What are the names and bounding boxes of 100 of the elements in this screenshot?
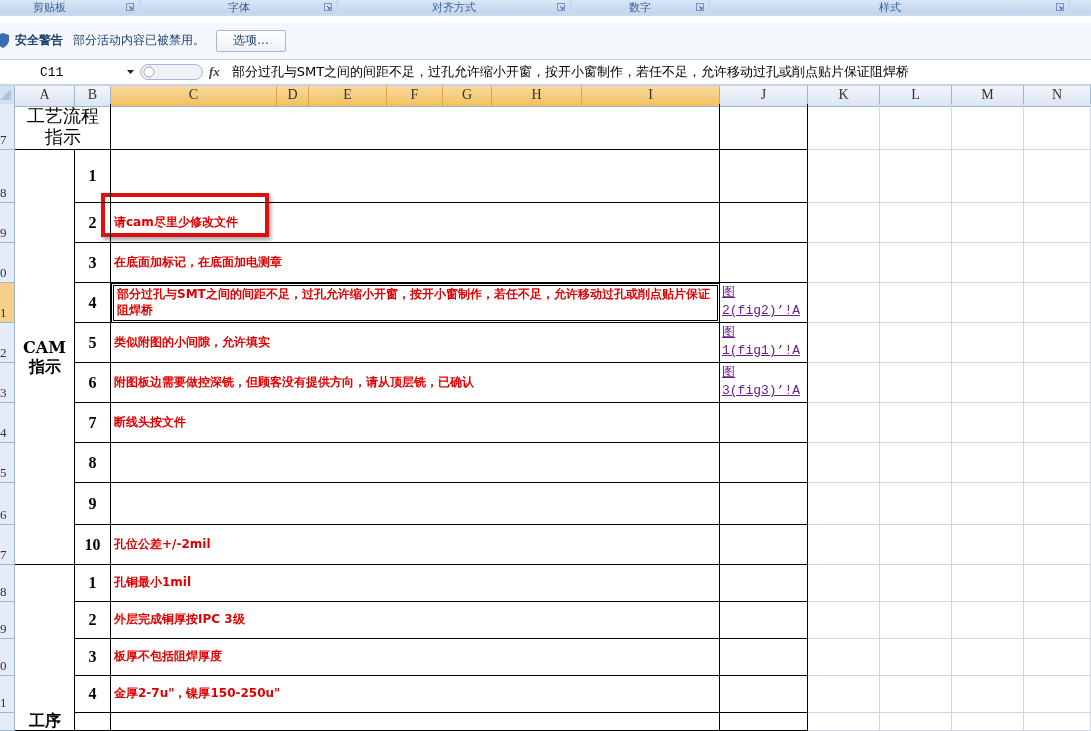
grid-cell[interactable] xyxy=(880,713,952,731)
grid-cell[interactable] xyxy=(880,323,952,363)
column-header[interactable]: L xyxy=(880,86,952,107)
grid-cell[interactable] xyxy=(808,403,880,443)
grid-cell[interactable] xyxy=(952,713,1024,731)
grid-cell[interactable] xyxy=(1024,363,1091,403)
formula-bar-splitter-icon[interactable] xyxy=(140,64,203,80)
grid-cell[interactable] xyxy=(808,602,880,639)
grid-cell[interactable] xyxy=(808,323,880,363)
grid-cell[interactable] xyxy=(808,443,880,483)
table-cell[interactable] xyxy=(720,203,808,243)
insert-function-button[interactable]: fx xyxy=(209,64,220,80)
grid-cell[interactable] xyxy=(808,150,880,203)
grid-cell[interactable] xyxy=(880,363,952,403)
grid-cell[interactable] xyxy=(952,639,1024,676)
grid-cell[interactable] xyxy=(1024,676,1091,713)
row-header[interactable]: 7 xyxy=(0,525,15,565)
row-header[interactable]: 5 xyxy=(0,443,15,483)
table-cell[interactable]: 在底面加标记，在底面加电测章 xyxy=(111,243,720,283)
table-cell[interactable]: 孔铜最小1mil xyxy=(111,565,720,602)
table-cell[interactable] xyxy=(111,713,720,731)
dropdown-caret-icon[interactable] xyxy=(127,70,134,74)
table-cell[interactable] xyxy=(720,483,808,525)
table-cell[interactable]: 类似附图的小间隙，允许填实 xyxy=(111,323,720,363)
row-header[interactable]: 0 xyxy=(0,243,15,283)
row-header[interactable]: 4 xyxy=(0,403,15,443)
grid-cell[interactable] xyxy=(952,323,1024,363)
grid-cell[interactable] xyxy=(880,150,952,203)
table-cell[interactable] xyxy=(720,713,808,731)
column-header[interactable]: M xyxy=(952,86,1024,107)
grid-cell[interactable] xyxy=(1024,602,1091,639)
row-header[interactable]: 0 xyxy=(0,639,15,676)
column-header[interactable]: K xyxy=(808,86,880,107)
table-cell[interactable] xyxy=(720,565,808,602)
grid-cell[interactable] xyxy=(1024,483,1091,525)
row-header[interactable]: 7 xyxy=(0,104,15,150)
grid-cell[interactable] xyxy=(808,243,880,283)
column-header[interactable]: C xyxy=(111,86,277,107)
column-header[interactable]: F xyxy=(387,86,443,107)
table-cell[interactable] xyxy=(720,403,808,443)
table-cell[interactable] xyxy=(720,525,808,565)
table-cell[interactable] xyxy=(720,602,808,639)
column-header[interactable]: G xyxy=(443,86,492,107)
grid-cell[interactable] xyxy=(952,150,1024,203)
grid-cell[interactable] xyxy=(952,565,1024,602)
grid-cell[interactable] xyxy=(808,676,880,713)
grid-cell[interactable] xyxy=(1024,323,1091,363)
dialog-launcher-icon[interactable] xyxy=(557,3,565,11)
grid-cell[interactable] xyxy=(952,525,1024,565)
dialog-launcher-icon[interactable] xyxy=(324,3,332,11)
grid-cell[interactable] xyxy=(880,283,952,323)
grid-cell[interactable] xyxy=(952,676,1024,713)
grid-cell[interactable] xyxy=(952,483,1024,525)
table-cell[interactable] xyxy=(720,104,808,150)
grid-cell[interactable] xyxy=(808,363,880,403)
grid-cell[interactable] xyxy=(808,713,880,731)
grid-cell[interactable] xyxy=(808,639,880,676)
grid-cell[interactable] xyxy=(952,443,1024,483)
grid-cell[interactable] xyxy=(880,602,952,639)
column-header[interactable]: N xyxy=(1024,86,1091,107)
grid-cell[interactable] xyxy=(1024,443,1091,483)
grid-cell[interactable] xyxy=(1024,403,1091,443)
grid-cell[interactable] xyxy=(880,565,952,602)
grid-cell[interactable] xyxy=(952,602,1024,639)
hyperlink[interactable]: 图 3(fig3)’!A xyxy=(722,364,800,401)
grid-cell[interactable] xyxy=(1024,713,1091,731)
grid-cell[interactable] xyxy=(880,639,952,676)
table-cell[interactable] xyxy=(111,150,720,203)
grid-cell[interactable] xyxy=(952,243,1024,283)
column-header[interactable]: I xyxy=(582,86,720,107)
grid-cell[interactable] xyxy=(952,363,1024,403)
table-cell[interactable]: 附图板边需要做控深铣，但顾客没有提供方向，请从顶层铣，已确认 xyxy=(111,363,720,403)
table-cell[interactable]: 部分过孔与SMT之间的间距不足，过孔允许缩小开窗，按开小窗制作，若任不足，允许移动过孔或削点贴片保证阻焊桥 xyxy=(111,283,720,323)
grid-cell[interactable] xyxy=(952,203,1024,243)
row-header[interactable]: 3 xyxy=(0,363,15,403)
table-cell[interactable]: 图 3(fig3)’!A xyxy=(720,363,808,403)
grid-cell[interactable] xyxy=(808,565,880,602)
table-cell[interactable] xyxy=(720,443,808,483)
column-header[interactable]: H xyxy=(492,86,582,107)
column-header[interactable]: E xyxy=(309,86,387,107)
row-header[interactable]: 1 xyxy=(0,676,15,713)
grid-cell[interactable] xyxy=(1024,150,1091,203)
table-cell[interactable]: 金厚2-7u"，镍厚150-250u" xyxy=(111,676,720,713)
grid-cell[interactable] xyxy=(880,104,952,150)
grid-cell[interactable] xyxy=(880,676,952,713)
grid-cell[interactable] xyxy=(808,203,880,243)
dialog-launcher-icon[interactable] xyxy=(1056,3,1064,11)
grid-cell[interactable] xyxy=(808,483,880,525)
table-cell[interactable]: 孔位公差+/-2mil xyxy=(111,525,720,565)
grid-cell[interactable] xyxy=(808,104,880,150)
table-cell[interactable]: 板厚不包括阻焊厚度 xyxy=(111,639,720,676)
grid-cell[interactable] xyxy=(880,525,952,565)
row-header[interactable]: 9 xyxy=(0,203,15,243)
row-header[interactable]: 6 xyxy=(0,483,15,525)
name-box[interactable]: C11 xyxy=(0,61,140,83)
grid-cell[interactable] xyxy=(808,283,880,323)
grid-cell[interactable] xyxy=(1024,565,1091,602)
table-cell[interactable]: 图 2(fig2)’!A xyxy=(720,283,808,323)
row-header[interactable]: 8 xyxy=(0,565,15,602)
table-cell[interactable] xyxy=(720,243,808,283)
